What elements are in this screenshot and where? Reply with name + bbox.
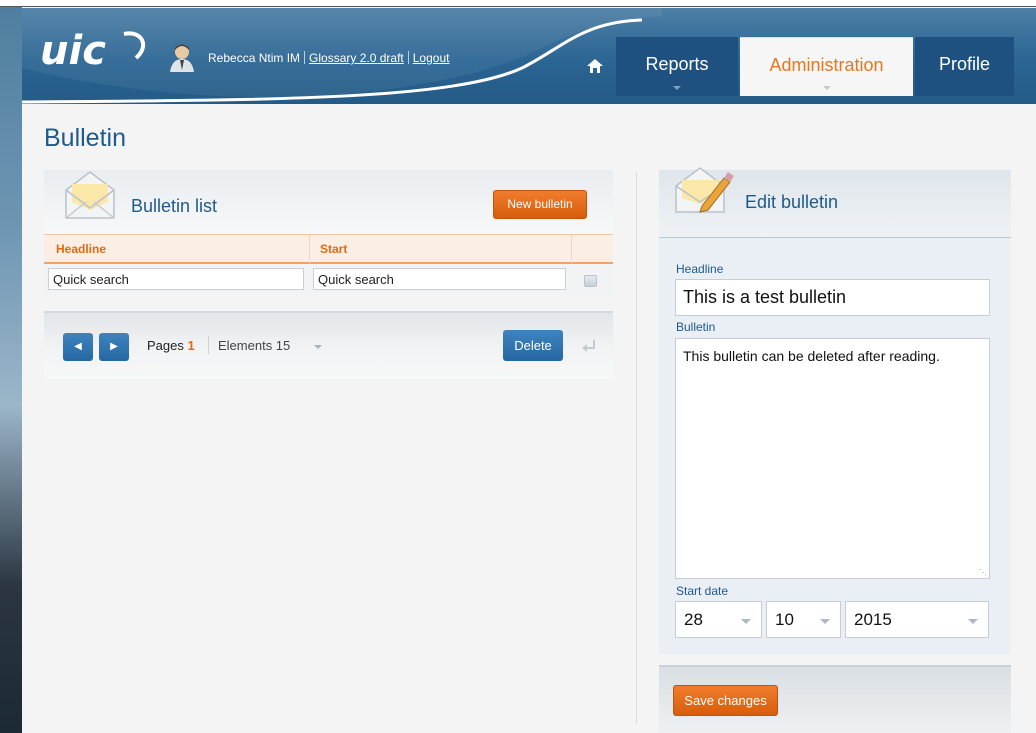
headline-input[interactable]	[675, 279, 990, 316]
column-start[interactable]: Start	[320, 242, 347, 256]
chevron-down-icon[interactable]	[314, 345, 322, 349]
tab-administration[interactable]: Administration	[740, 37, 913, 96]
top-strip	[0, 0, 1036, 7]
envelope-icon	[65, 171, 115, 219]
save-changes-button[interactable]: Save changes	[673, 685, 778, 716]
column-headline[interactable]: Headline	[56, 242, 106, 256]
edit-envelope-icon	[675, 167, 734, 213]
edit-bulletin-title: Edit bulletin	[745, 192, 839, 212]
user-bar: Rebecca Ntim IM Glossary 2.0 draft Logout	[208, 51, 449, 65]
chevron-down-icon	[968, 619, 978, 624]
start-day-value: 28	[684, 610, 703, 629]
pages-indicator: Pages 1	[147, 338, 195, 353]
background-edge	[0, 7, 22, 733]
tab-profile-label: Profile	[938, 54, 991, 74]
quick-search-row	[44, 264, 613, 296]
pager-divider	[208, 336, 209, 354]
start-year-value: 2015	[854, 610, 892, 629]
start-month-value: 10	[775, 610, 794, 629]
panel-divider	[636, 172, 637, 724]
next-page-button[interactable]: ▶	[99, 333, 129, 361]
home-icon[interactable]	[587, 59, 603, 73]
column-divider	[571, 235, 572, 263]
headline-label: Headline	[676, 262, 724, 276]
user-avatar-icon	[170, 44, 194, 72]
tab-administration-label: Administration	[769, 55, 884, 75]
page-title: Bulletin	[44, 124, 126, 152]
prev-page-button[interactable]: ◀	[63, 333, 93, 361]
return-icon[interactable]	[581, 338, 597, 354]
chevron-down-icon	[822, 86, 831, 90]
svg-text:uic: uic	[40, 28, 106, 74]
tab-reports-label: Reports	[645, 54, 709, 74]
tab-reports[interactable]: Reports	[616, 37, 738, 96]
bulletin-textarea[interactable]: This bulletin can be deleted after readi…	[675, 338, 990, 579]
bulletin-grid-header: Headline Start	[44, 234, 613, 264]
delete-button[interactable]: Delete	[503, 330, 563, 361]
start-search-input[interactable]	[313, 268, 566, 290]
chevron-down-icon	[741, 619, 751, 624]
elements-per-page[interactable]: Elements 15	[218, 338, 290, 353]
chevron-down-icon	[820, 619, 830, 624]
logout-link[interactable]: Logout	[413, 51, 450, 65]
tab-profile[interactable]: Profile	[915, 37, 1014, 96]
uic-logo: uic	[40, 28, 146, 74]
start-date-label: Start date	[676, 584, 729, 598]
bulletin-list-title: Bulletin list	[131, 196, 218, 216]
bulletin-label: Bulletin	[676, 320, 716, 334]
start-day-select[interactable]: 28	[675, 601, 762, 638]
headline-search-input[interactable]	[48, 268, 304, 290]
pages-label: Pages	[147, 338, 184, 353]
start-month-select[interactable]: 10	[766, 601, 841, 638]
user-name: Rebecca Ntim IM	[208, 51, 301, 65]
resize-handle-icon[interactable]: ⋱	[979, 568, 987, 577]
chevron-down-icon	[673, 86, 681, 90]
start-year-select[interactable]: 2015	[845, 601, 989, 638]
current-page[interactable]: 1	[188, 338, 195, 353]
new-bulletin-button[interactable]: New bulletin	[493, 190, 587, 219]
column-divider	[309, 235, 310, 263]
glossary-link[interactable]: Glossary 2.0 draft	[309, 51, 404, 65]
clear-filter-icon[interactable]	[584, 275, 597, 287]
